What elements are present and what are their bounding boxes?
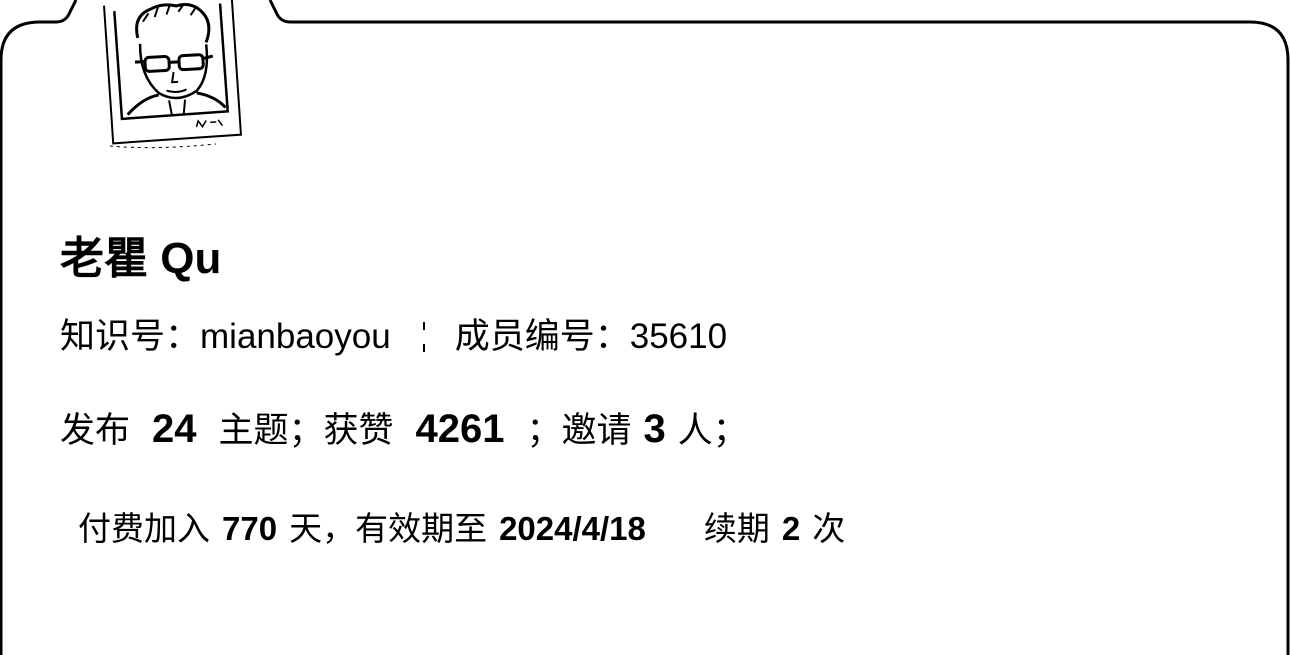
profile-card-screen: 老瞿 Qu 知识号：mianbaoyou 成员编号：35610 发布 24 主题；获赞… <box>0 0 1290 655</box>
stats-line: 发布 24 主题；获赞 4261 ；邀请 3 人； <box>60 402 748 453</box>
membership-line: 付费加入 770 天，有效期至 2024/4/18 续期 2 次 <box>78 502 845 550</box>
renew-prefix: 续期 <box>703 510 770 547</box>
join-prefix: 付费加入 <box>78 510 210 547</box>
days-suffix: 天，有效期至 <box>289 510 488 547</box>
avatar[interactable] <box>96 0 256 160</box>
expiry-date: 2024/4/18 <box>499 510 646 547</box>
topics-count: 24 <box>152 407 197 451</box>
field-separator <box>418 318 429 354</box>
member-days: 770 <box>222 510 278 547</box>
portrait-sketch-icon <box>103 0 243 149</box>
renew-count: 2 <box>781 510 801 547</box>
id-value[interactable]: mianbaoyou <box>200 317 391 356</box>
invites-suffix: 人； <box>677 411 748 450</box>
id-label: 知识号： <box>60 317 201 356</box>
member-label: 成员编号： <box>454 317 630 356</box>
id-line: 知识号：mianbaoyou 成员编号：35610 <box>60 308 727 359</box>
likes-suffix: ；邀请 <box>526 411 632 450</box>
publish-prefix: 发布 <box>60 411 131 450</box>
invites-count: 3 <box>643 407 666 451</box>
topics-suffix: 主题；获赞 <box>218 411 394 450</box>
likes-count: 4261 <box>415 407 505 451</box>
member-number: 35610 <box>629 317 728 356</box>
user-name: 老瞿 Qu <box>60 234 222 283</box>
renew-suffix: 次 <box>812 510 846 547</box>
